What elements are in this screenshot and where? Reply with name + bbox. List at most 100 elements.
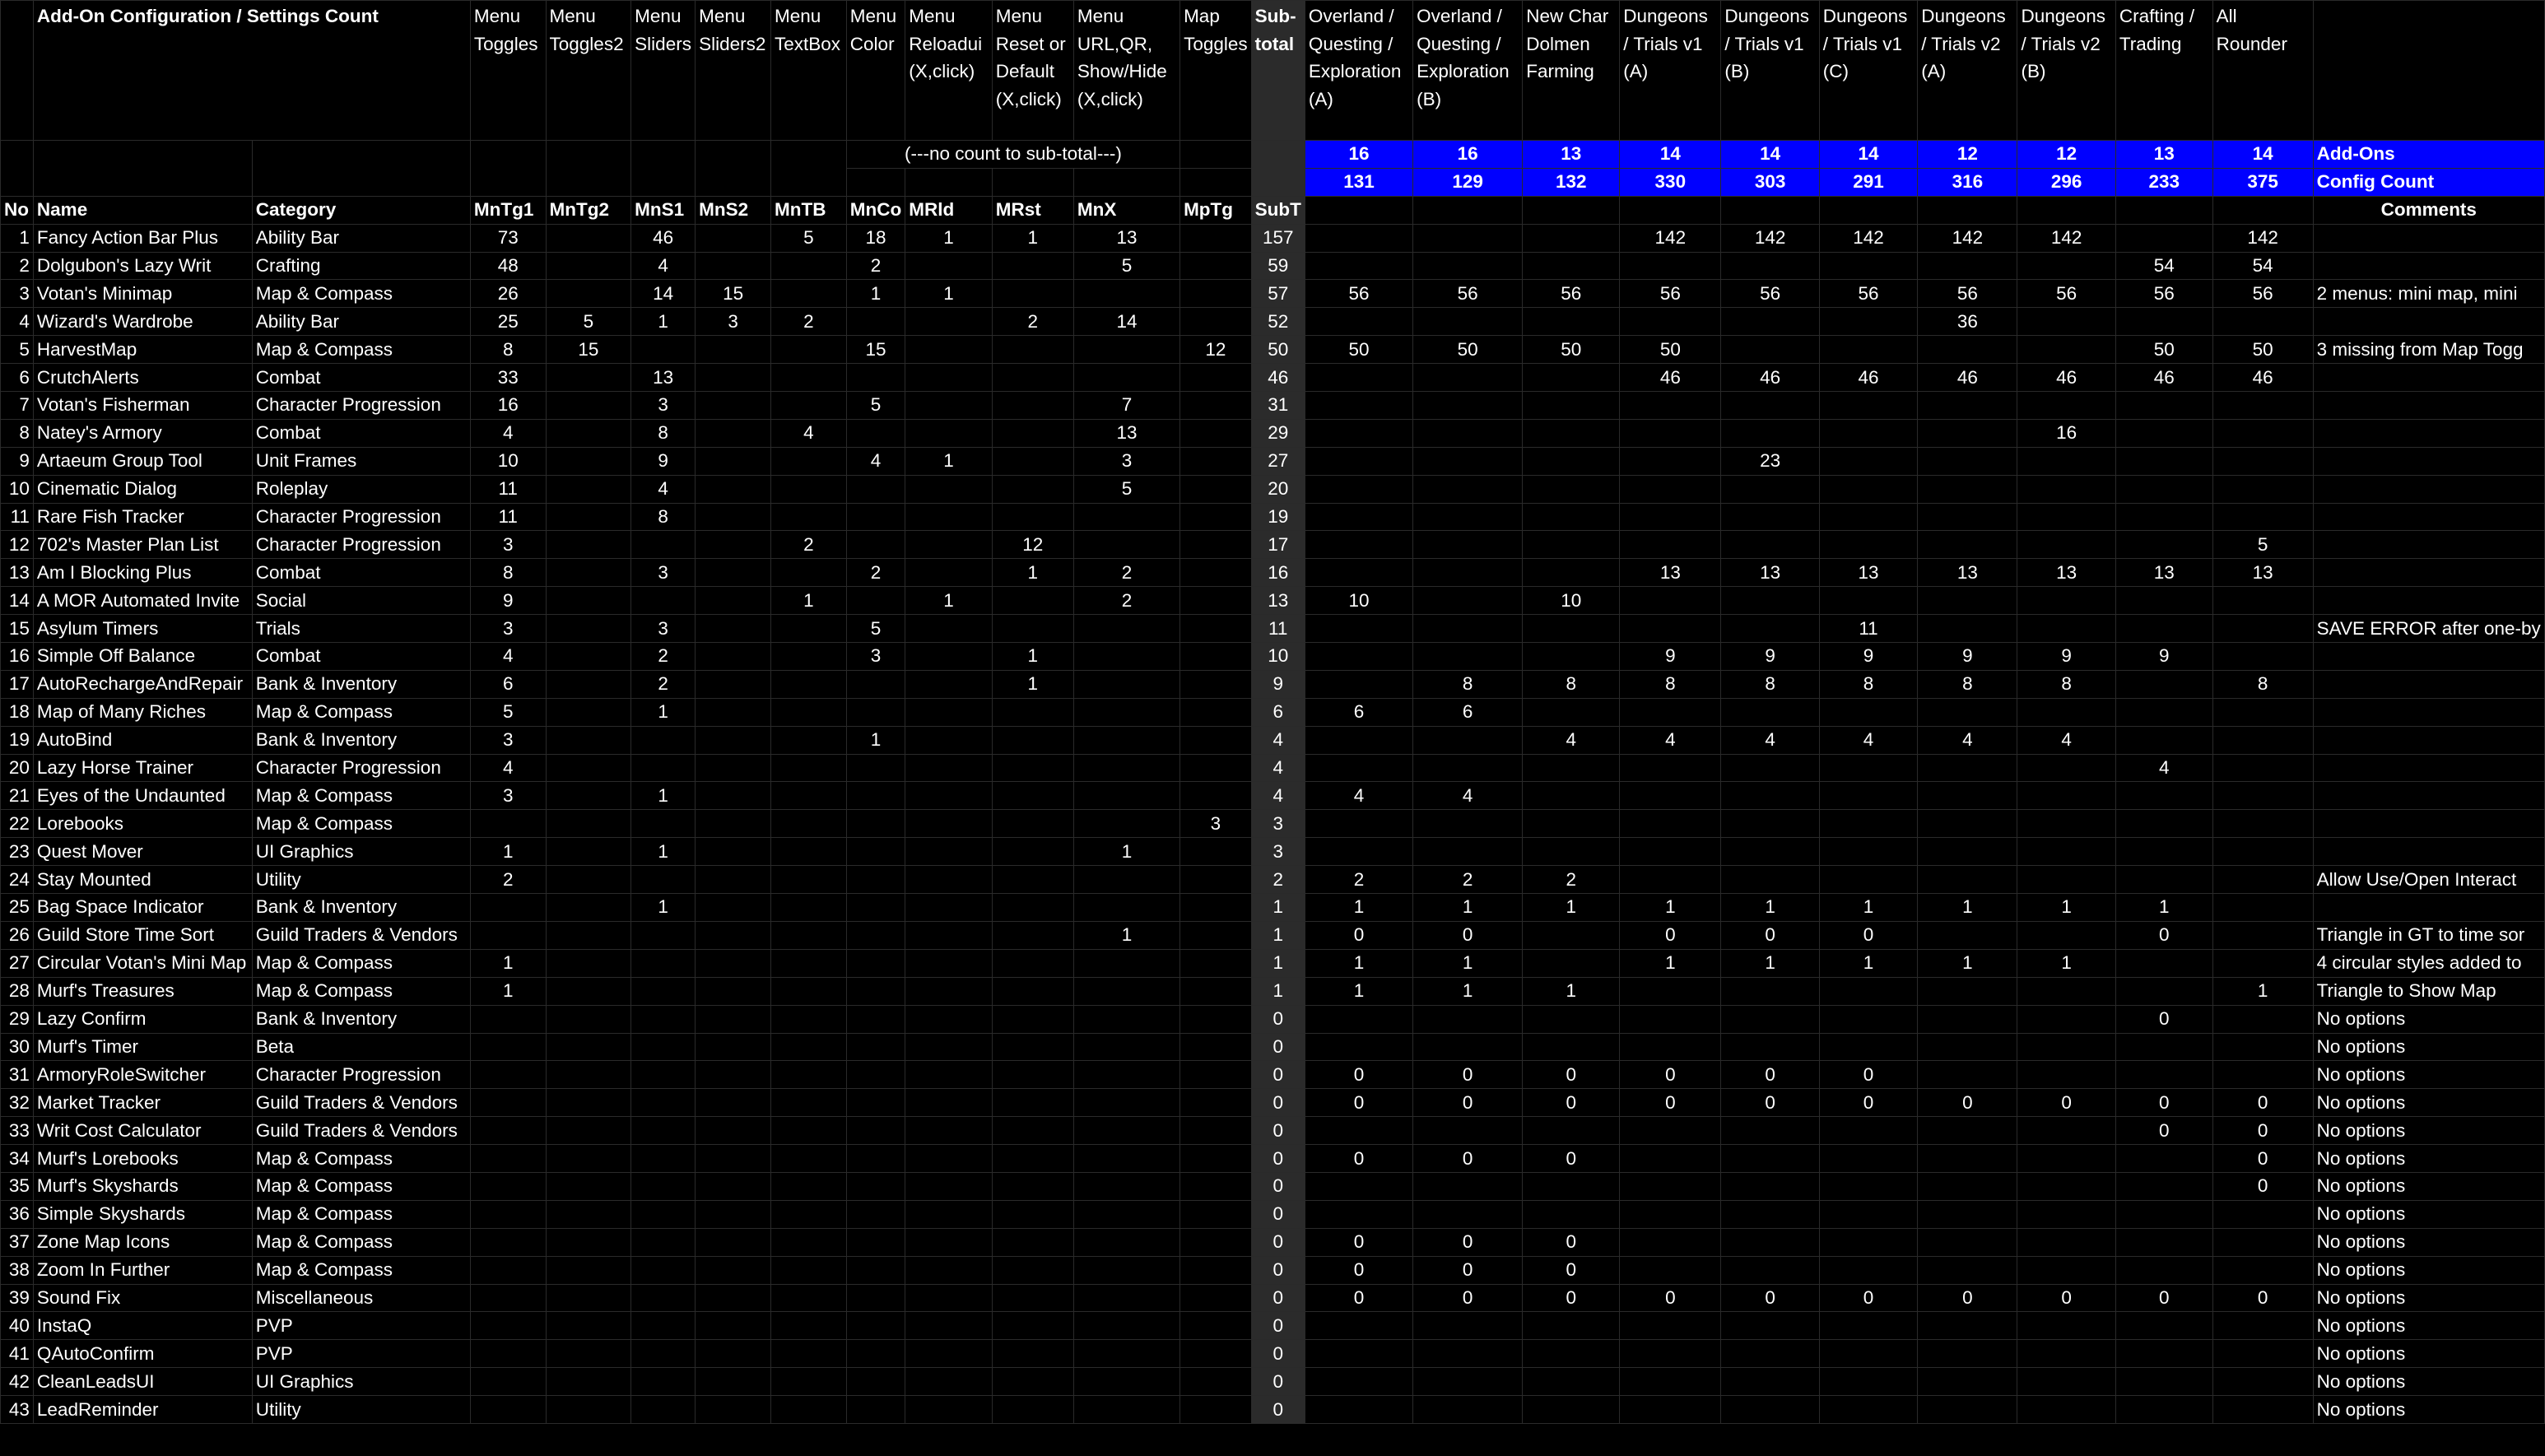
profile-count-cell[interactable]	[2212, 1004, 2314, 1034]
menu-count-cell[interactable]	[1072, 1004, 1181, 1034]
menu-count-cell[interactable]	[1072, 781, 1181, 811]
comment-cell[interactable]: 3 missing from Map Togg	[2312, 335, 2545, 365]
comment-cell[interactable]	[2312, 586, 2545, 616]
menu-count-cell[interactable]	[545, 223, 632, 253]
profile-count-cell[interactable]: 0	[2115, 1116, 2213, 1146]
addon-name[interactable]: CleanLeadsUI	[32, 1367, 253, 1397]
subtotal-cell[interactable]: 0	[1250, 1283, 1305, 1313]
profile-count-cell[interactable]	[1619, 1367, 1722, 1397]
menu-count-cell[interactable]	[469, 1339, 547, 1369]
addon-count-cell[interactable]: 14	[1818, 140, 1919, 169]
profile-count-cell[interactable]	[1917, 1339, 2018, 1369]
menu-count-cell[interactable]: 3	[630, 391, 696, 420]
menu-count-cell[interactable]	[905, 669, 993, 699]
profile-count-cell[interactable]	[1818, 976, 1919, 1006]
profile-count-cell[interactable]	[1522, 614, 1621, 644]
profile-count-cell[interactable]	[1304, 251, 1414, 281]
profile-count-cell[interactable]	[1917, 865, 2018, 895]
menu-count-cell[interactable]	[1179, 1060, 1252, 1090]
col-menu-code[interactable]: MnS2	[695, 195, 772, 225]
menu-count-cell[interactable]	[905, 474, 993, 504]
menu-count-cell[interactable]	[770, 976, 847, 1006]
blank-cell[interactable]	[1304, 195, 1414, 225]
profile-count-cell[interactable]	[1412, 753, 1524, 783]
menu-count-cell[interactable]	[1179, 307, 1252, 337]
menu-count-cell[interactable]	[545, 558, 632, 588]
profile-count-cell[interactable]	[1720, 697, 1820, 727]
profile-count-cell[interactable]	[1720, 614, 1820, 644]
profile-count-cell[interactable]	[1720, 781, 1820, 811]
menu-count-cell[interactable]	[695, 1116, 772, 1146]
menu-count-cell[interactable]	[905, 1088, 993, 1118]
profile-count-cell[interactable]	[1619, 586, 1722, 616]
profile-count-cell[interactable]	[2212, 1255, 2314, 1285]
profile-count-cell[interactable]	[1720, 865, 1820, 895]
addon-category[interactable]: Roleplay	[251, 474, 471, 504]
subtotal-cell[interactable]: 4	[1250, 753, 1305, 783]
row-number[interactable]: 20	[0, 753, 34, 783]
comment-cell[interactable]: No options	[2312, 1032, 2545, 1062]
menu-count-cell[interactable]	[905, 335, 993, 365]
menu-count-cell[interactable]: 1	[630, 781, 696, 811]
menu-count-cell[interactable]	[845, 363, 906, 393]
subtotal-cell[interactable]: 0	[1250, 1395, 1305, 1424]
blank-cell[interactable]	[845, 167, 906, 197]
profile-count-cell[interactable]	[1720, 1032, 1820, 1062]
menu-count-cell[interactable]	[545, 1311, 632, 1341]
profile-count-cell[interactable]	[1412, 1311, 1524, 1341]
profile-count-cell[interactable]	[1412, 642, 1524, 671]
profile-count-cell[interactable]	[2017, 1255, 2116, 1285]
addon-category[interactable]: Character Progression	[251, 530, 471, 560]
profile-count-cell[interactable]: 1	[1304, 948, 1414, 978]
menu-count-cell[interactable]	[905, 893, 993, 922]
profile-count-cell[interactable]	[1818, 1144, 1919, 1173]
addon-name[interactable]: Rare Fish Tracker	[32, 502, 253, 532]
profile-header[interactable]: Overland / Questing / Exploration (A)	[1304, 0, 1414, 141]
menu-count-cell[interactable]	[845, 307, 906, 337]
addon-category[interactable]: PVP	[251, 1339, 471, 1369]
menu-count-cell[interactable]: 1	[469, 976, 547, 1006]
profile-count-cell[interactable]: 9	[1720, 642, 1820, 671]
profile-count-cell[interactable]	[1917, 809, 2018, 839]
menu-count-cell[interactable]	[991, 1032, 1074, 1062]
row-number[interactable]: 25	[0, 893, 34, 922]
profile-count-cell[interactable]	[1304, 809, 1414, 839]
profile-count-cell[interactable]: 1	[2017, 948, 2116, 978]
profile-count-cell[interactable]	[1304, 474, 1414, 504]
row-number[interactable]: 32	[0, 1088, 34, 1118]
comment-cell[interactable]: No options	[2312, 1199, 2545, 1229]
addon-name[interactable]: Natey's Armory	[32, 418, 253, 448]
menu-count-cell[interactable]: 5	[845, 391, 906, 420]
menu-count-cell[interactable]	[905, 418, 993, 448]
subtotal-cell[interactable]: 6	[1250, 697, 1305, 727]
menu-count-cell[interactable]	[770, 1395, 847, 1424]
menu-count-cell[interactable]	[991, 753, 1074, 783]
profile-header[interactable]: Dungeons / Trials v2 (B)	[2017, 0, 2116, 141]
profile-count-cell[interactable]	[2017, 335, 2116, 365]
menu-count-cell[interactable]	[905, 697, 993, 727]
menu-count-cell[interactable]	[905, 1060, 993, 1090]
comment-cell[interactable]: No options	[2312, 1367, 2545, 1397]
blank-cell[interactable]	[2017, 195, 2116, 225]
menu-count-cell[interactable]	[630, 1144, 696, 1173]
profile-count-cell[interactable]	[2115, 669, 2213, 699]
col-menu-code[interactable]: MnX	[1072, 195, 1181, 225]
menu-count-cell[interactable]	[1072, 697, 1181, 727]
col-menu-code[interactable]: MpTg	[1179, 195, 1252, 225]
menu-count-cell[interactable]	[469, 1032, 547, 1062]
menu-count-cell[interactable]	[770, 279, 847, 309]
profile-count-cell[interactable]	[2115, 530, 2213, 560]
profile-count-cell[interactable]: 54	[2115, 251, 2213, 281]
addon-name[interactable]: HarvestMap	[32, 335, 253, 365]
profile-count-cell[interactable]	[1304, 391, 1414, 420]
addon-name[interactable]: InstaQ	[32, 1311, 253, 1341]
profile-count-cell[interactable]	[1412, 363, 1524, 393]
addon-category[interactable]: Guild Traders & Vendors	[251, 1116, 471, 1146]
menu-count-cell[interactable]	[1072, 809, 1181, 839]
menu-count-cell[interactable]	[1179, 474, 1252, 504]
profile-count-cell[interactable]	[1917, 1032, 2018, 1062]
comment-cell[interactable]: Triangle to Show Map	[2312, 976, 2545, 1006]
comment-cell[interactable]: 4 circular styles added to	[2312, 948, 2545, 978]
addon-name[interactable]: Circular Votan's Mini Map	[32, 948, 253, 978]
menu-count-cell[interactable]	[845, 893, 906, 922]
